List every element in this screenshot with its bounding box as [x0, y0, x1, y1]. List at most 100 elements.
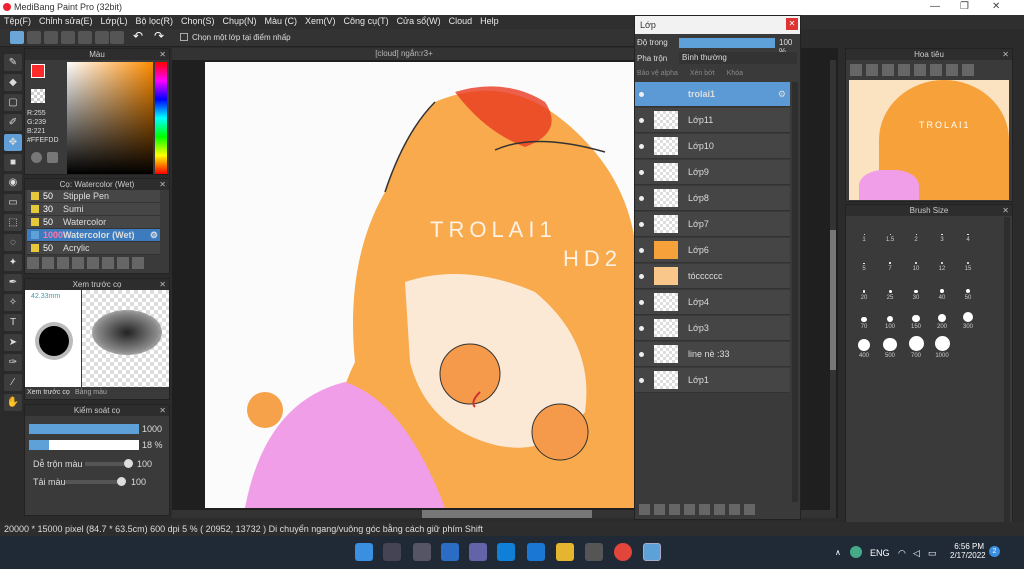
new-8bit-layer-icon[interactable] — [669, 504, 680, 515]
flip-icon[interactable] — [95, 31, 109, 44]
color-wheel-icon[interactable] — [31, 152, 42, 163]
brush-size-option[interactable]: 1 — [852, 219, 876, 243]
brush-size-scrollbar[interactable] — [1004, 217, 1010, 522]
drawing-canvas[interactable]: TROLAI1 HD2 — [205, 62, 635, 508]
brush-size-slider[interactable] — [29, 424, 139, 434]
layer-row[interactable]: Lớp8 — [635, 186, 790, 211]
close-button[interactable]: ✕ — [992, 1, 1000, 12]
new-halftone-layer-icon[interactable] — [654, 504, 665, 515]
zoom-out-icon[interactable] — [898, 64, 910, 76]
weather-icon[interactable] — [850, 546, 862, 558]
layer-row[interactable]: Lớp9 — [635, 160, 790, 185]
menu-file[interactable]: Tệp(F) — [0, 15, 35, 29]
trash-icon[interactable] — [744, 504, 755, 515]
layer-row[interactable]: Lớp11 — [635, 108, 790, 133]
menu-edit[interactable]: Chỉnh sửa(E) — [35, 15, 97, 29]
brush-size-option[interactable]: 20 — [852, 277, 876, 301]
brush-size-option[interactable]: 25 — [878, 277, 902, 301]
magic-wand-icon[interactable]: ✦ — [4, 254, 22, 271]
edge-icon[interactable] — [497, 543, 515, 561]
divide-tool-icon[interactable]: ⁄ — [4, 374, 22, 391]
start-icon[interactable] — [355, 543, 373, 561]
lasso-tool-icon[interactable]: ◌ — [4, 234, 22, 251]
select-tool-icon[interactable]: ⬚ — [4, 214, 22, 231]
brush-size-option[interactable]: 1000 — [930, 335, 954, 359]
gradient-tool-icon[interactable]: ▭ — [4, 194, 22, 211]
zoom-in-icon[interactable] — [850, 64, 862, 76]
layer-row[interactable]: tócccccc — [635, 264, 790, 289]
merge-down-icon[interactable] — [729, 504, 740, 515]
flip-icon[interactable] — [962, 64, 974, 76]
minimize-button[interactable]: — — [930, 1, 940, 12]
tray-chevron-icon[interactable]: ∧ — [835, 548, 841, 557]
teams-icon[interactable] — [469, 543, 487, 561]
copy-brush-icon[interactable] — [72, 257, 84, 269]
canvas-tab[interactable]: [cloud] ngắn:r3+ — [172, 48, 636, 60]
brush-size-option[interactable]: 500 — [878, 335, 902, 359]
menu-view[interactable]: Xem(V) — [301, 15, 340, 29]
fullscreen-icon[interactable] — [930, 64, 942, 76]
select-pen-icon[interactable]: ✒ — [4, 274, 22, 291]
comment-icon[interactable] — [44, 31, 58, 44]
clock[interactable]: 6:56 PM 2/17/2022 — [950, 542, 986, 560]
undo-icon[interactable]: ↶ — [133, 29, 147, 43]
new-layer-icon[interactable] — [639, 504, 650, 515]
pen-tool-icon[interactable]: ✐ — [4, 114, 22, 131]
new-brush-icon[interactable] — [42, 257, 54, 269]
zoom-in-icon[interactable] — [866, 64, 878, 76]
medibang-icon[interactable] — [643, 543, 661, 561]
brush-size-option[interactable]: 700 — [904, 335, 928, 359]
brush-size-option[interactable]: 150 — [904, 306, 928, 330]
brush-size-option[interactable]: 12 — [930, 248, 954, 272]
close-icon[interactable]: ✕ — [1002, 49, 1009, 60]
file-explorer-icon[interactable] — [556, 543, 574, 561]
foreground-color-swatch[interactable] — [31, 64, 45, 78]
operation-tool-icon[interactable]: ➤ — [4, 334, 22, 351]
rect-tool-icon[interactable]: ▢ — [4, 94, 22, 111]
brush-size-option[interactable]: 300 — [956, 306, 980, 330]
eyedropper-icon[interactable]: ✑ — [4, 354, 22, 371]
brush-size-option[interactable]: 1.5 — [878, 219, 902, 243]
battery-icon[interactable]: ▭ — [928, 548, 937, 559]
brush-size-option[interactable]: 200 — [930, 306, 954, 330]
color-saturation-field[interactable] — [67, 62, 153, 174]
chat-icon[interactable] — [61, 31, 75, 44]
close-icon[interactable]: ✕ — [159, 405, 166, 416]
gear-icon[interactable]: ⚙ — [150, 230, 158, 241]
opacity-slider[interactable] — [29, 440, 139, 450]
tab-palette[interactable]: Bảng màu — [75, 389, 107, 396]
brush-size-option[interactable]: 4 — [956, 219, 980, 243]
select-layer-checkbox[interactable] — [180, 33, 188, 41]
menu-snap[interactable]: Chụp(N) — [219, 15, 261, 29]
menu-window[interactable]: Cửa sổ(W) — [393, 15, 445, 29]
rotate-right-icon[interactable] — [946, 64, 958, 76]
layer-row[interactable]: Lớp3 — [635, 316, 790, 341]
chrome-icon[interactable] — [614, 543, 632, 561]
gear-icon[interactable]: ⚙ — [778, 89, 786, 100]
duplicate-icon[interactable] — [102, 257, 114, 269]
menu-layer[interactable]: Lớp(L) — [97, 15, 132, 29]
menu-select[interactable]: Chọn(S) — [177, 15, 219, 29]
layer-row[interactable]: Lớp4 — [635, 290, 790, 315]
brush-item[interactable]: 50 Watercolor — [27, 216, 160, 229]
load-slider[interactable] — [65, 477, 126, 486]
brush-size-option[interactable]: 70 — [852, 306, 876, 330]
move-tool-icon[interactable] — [10, 31, 24, 44]
close-icon[interactable]: ✕ — [159, 49, 166, 60]
select-eraser-icon[interactable]: ✧ — [4, 294, 22, 311]
blend-mode-select[interactable]: Bình thường — [679, 52, 797, 64]
eraser-tool-icon[interactable]: ◆ — [4, 74, 22, 91]
wifi-icon[interactable]: ◠ — [898, 548, 906, 559]
duplicate-layer-icon[interactable] — [714, 504, 725, 515]
menu-tools[interactable]: Công cụ(T) — [340, 15, 393, 29]
trash-icon[interactable] — [132, 257, 144, 269]
rotate-left-icon[interactable] — [914, 64, 926, 76]
hand-tool-icon[interactable]: ✋ — [4, 394, 22, 411]
vertical-scrollbar[interactable] — [830, 60, 836, 518]
language-indicator[interactable]: ENG — [870, 548, 890, 558]
move-tool-icon[interactable]: ✥ — [4, 134, 22, 151]
brush-size-option[interactable]: 50 — [956, 277, 980, 301]
brush-size-option[interactable]: 400 — [852, 335, 876, 359]
grid-icon[interactable] — [110, 31, 124, 44]
brush-item[interactable]: 50 Acrylic — [27, 242, 160, 255]
